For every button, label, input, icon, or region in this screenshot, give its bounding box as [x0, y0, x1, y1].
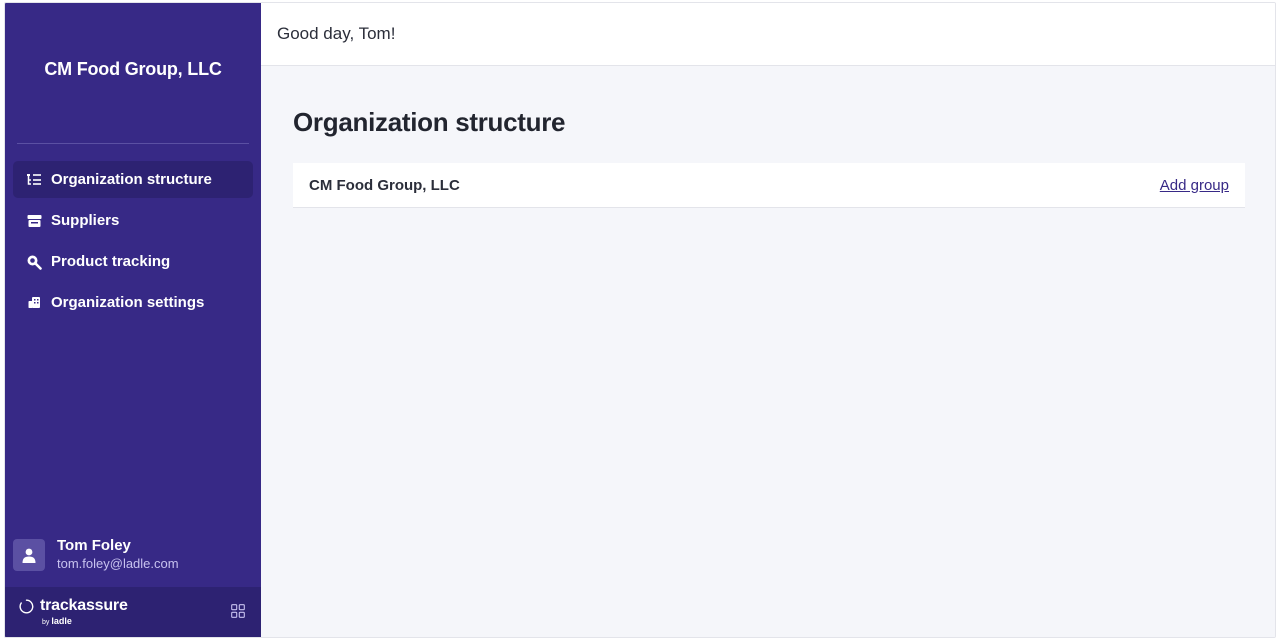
tree-list-icon — [25, 171, 43, 189]
sidebar-item-label: Suppliers — [51, 212, 120, 229]
brand-by-name: ladle — [51, 616, 72, 626]
org-row-name: CM Food Group, LLC — [309, 176, 460, 194]
sidebar-item-organization-structure[interactable]: Organization structure — [13, 161, 253, 198]
page-title: Organization structure — [293, 107, 566, 137]
sidebar-item-label: Organization structure — [51, 171, 212, 188]
brand-name: trackassure — [40, 597, 128, 614]
org-structure-row: CM Food Group, LLC Add group — [293, 163, 1245, 208]
user-profile[interactable]: Tom Foley tom.foley@ladle.com — [13, 533, 253, 577]
brand-logo: trackassure by ladle — [19, 597, 128, 626]
store-icon — [25, 212, 43, 230]
sidebar-item-organization-settings[interactable]: Organization settings — [13, 284, 253, 321]
apps-grid-icon[interactable] — [231, 604, 245, 618]
search-icon — [25, 253, 43, 271]
add-group-link[interactable]: Add group — [1160, 177, 1229, 194]
sidebar: CM Food Group, LLC Organization structur… — [5, 3, 261, 637]
sidebar-item-suppliers[interactable]: Suppliers — [13, 202, 253, 239]
building-icon — [25, 294, 43, 312]
greeting: Good day, Tom! — [277, 24, 396, 43]
sidebar-item-label: Product tracking — [51, 253, 171, 270]
user-icon — [22, 548, 36, 563]
avatar — [13, 539, 45, 571]
brand-mark-icon — [19, 599, 34, 614]
app-window: CM Food Group, LLC Organization structur… — [4, 2, 1276, 638]
brand-by-prefix: by — [42, 619, 50, 626]
top-bar: Good day, Tom! — [261, 3, 1275, 66]
sidebar-item-product-tracking[interactable]: Product tracking — [13, 243, 253, 280]
brand-by-line: by ladle — [42, 616, 128, 626]
sidebar-divider — [17, 143, 249, 144]
user-email: tom.foley@ladle.com — [57, 556, 179, 571]
sidebar-footer: trackassure by ladle — [5, 587, 261, 637]
main-content: Good day, Tom! Organization structure CM… — [261, 3, 1275, 637]
org-name: CM Food Group, LLC — [44, 59, 222, 79]
sidebar-nav: Organization structure Suppliers Product… — [13, 161, 253, 325]
user-name: Tom Foley — [57, 537, 131, 554]
sidebar-item-label: Organization settings — [51, 294, 205, 311]
